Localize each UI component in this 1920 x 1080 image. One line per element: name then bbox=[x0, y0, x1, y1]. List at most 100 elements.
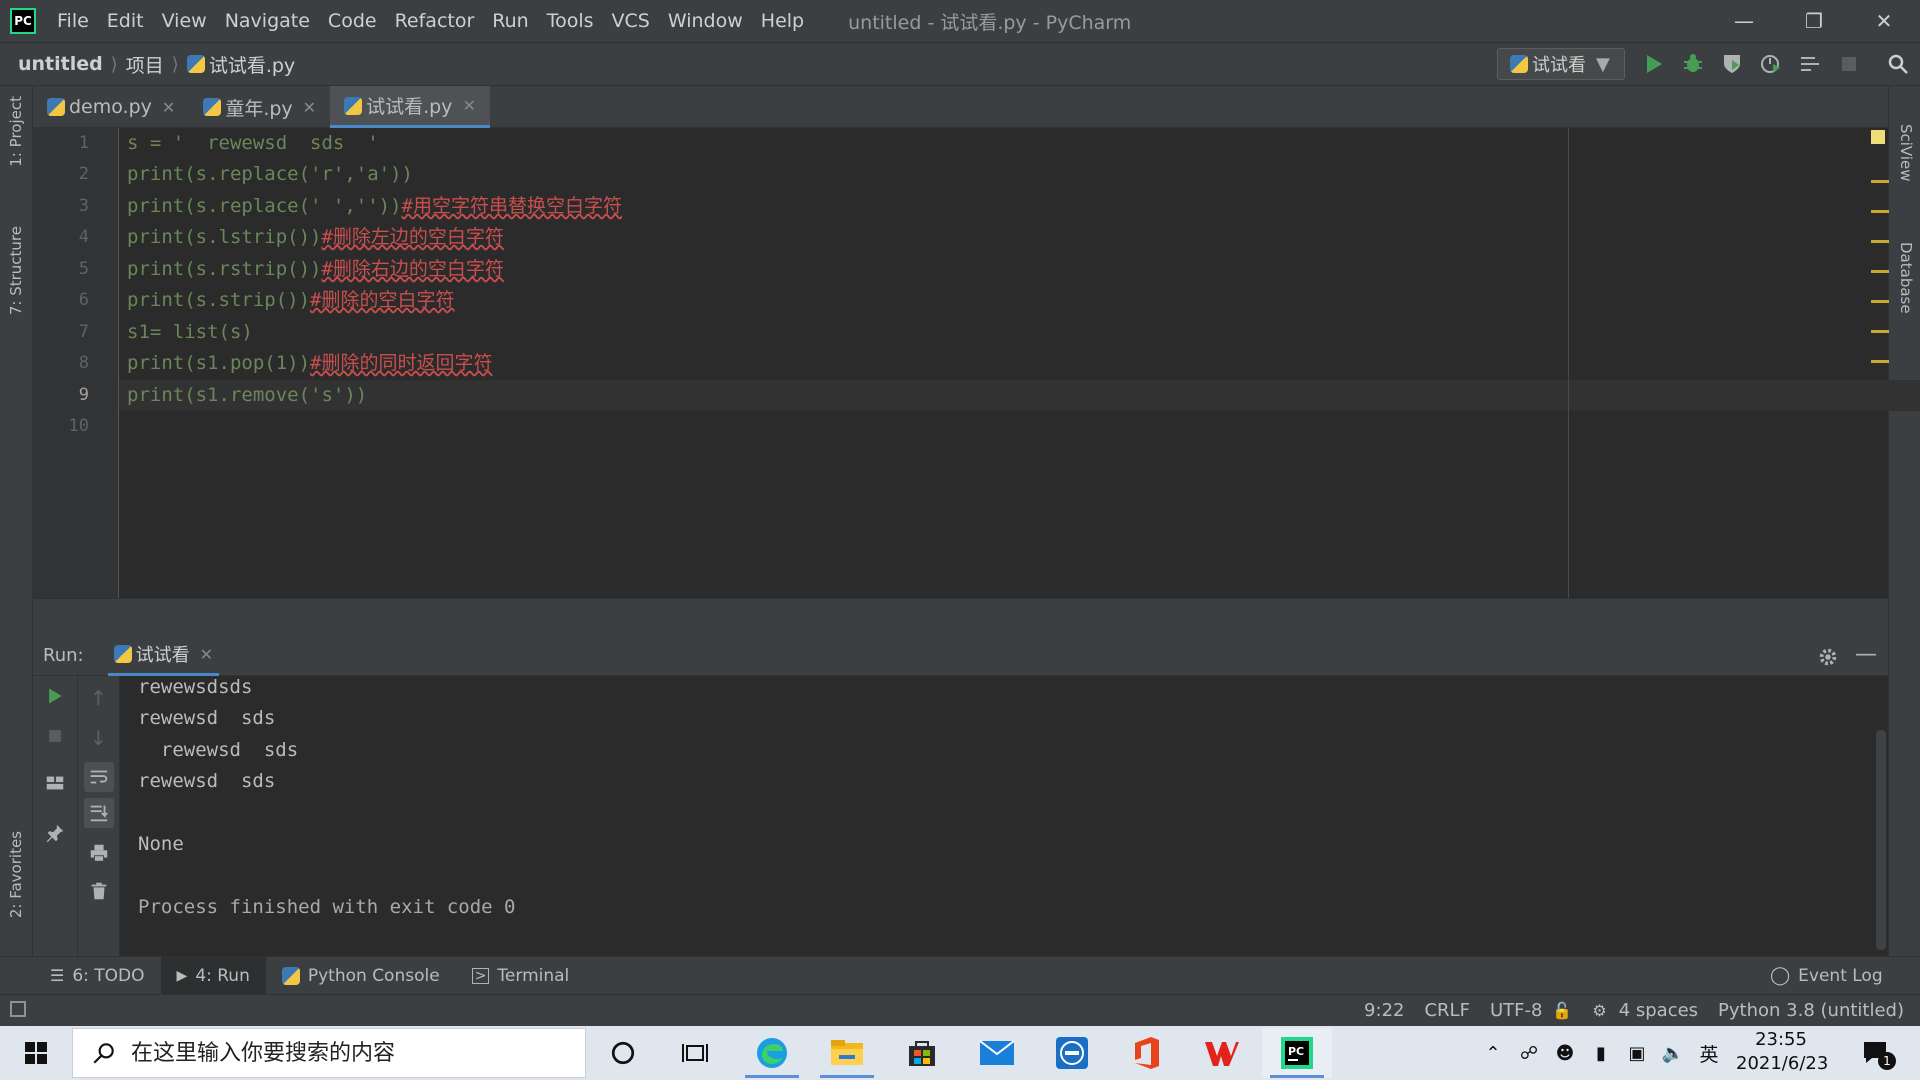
restore-button[interactable]: ❐ bbox=[1790, 6, 1838, 36]
database-tool-button[interactable]: Database bbox=[1897, 242, 1915, 314]
notification-center-button[interactable]: 1 bbox=[1856, 1036, 1896, 1070]
run-console-output[interactable]: rewewsdsds rewewsd sds rewewsd sds rewew… bbox=[120, 676, 1888, 956]
run-tab[interactable]: 试试看 ✕ bbox=[107, 636, 219, 676]
tab-demo[interactable]: demo.py ✕ bbox=[33, 86, 189, 128]
task-view-button[interactable] bbox=[660, 1028, 730, 1078]
close-icon[interactable]: ✕ bbox=[462, 96, 475, 115]
taskbar-clock[interactable]: 23:55 2021/6/23 bbox=[1736, 1028, 1828, 1076]
warning-marker[interactable] bbox=[1871, 270, 1889, 273]
warning-marker[interactable] bbox=[1871, 330, 1889, 333]
menu-code[interactable]: Code bbox=[319, 10, 386, 32]
ime-indicator[interactable]: 英 bbox=[1696, 1040, 1722, 1066]
menu-navigate[interactable]: Navigate bbox=[216, 10, 319, 32]
arrow-up-icon[interactable]: ↑ bbox=[90, 686, 107, 710]
volume-icon[interactable]: 🔈 bbox=[1660, 1040, 1686, 1066]
menu-view[interactable]: View bbox=[153, 10, 216, 32]
menu-tools[interactable]: Tools bbox=[538, 10, 603, 32]
taskbar-app-mail[interactable] bbox=[962, 1028, 1032, 1078]
windows-logo-icon bbox=[25, 1042, 47, 1064]
stop-icon[interactable] bbox=[1837, 52, 1861, 76]
toggle-tool-windows-icon[interactable] bbox=[10, 1001, 26, 1017]
trash-icon[interactable] bbox=[88, 880, 110, 902]
tab-label: demo.py bbox=[69, 96, 152, 118]
breadcrumb-folder[interactable]: 项目 bbox=[126, 51, 164, 78]
cortana-button[interactable] bbox=[588, 1028, 658, 1078]
security-tray-icon[interactable]: ☍ bbox=[1516, 1040, 1542, 1066]
qq-tray-icon[interactable]: ☻ bbox=[1552, 1040, 1578, 1066]
close-icon[interactable]: ✕ bbox=[162, 98, 175, 117]
favorites-tool-button[interactable]: 2: Favorites bbox=[7, 831, 25, 918]
rerun-icon[interactable] bbox=[45, 686, 65, 706]
code-editor[interactable]: 1 2 3 4 5 6 7 8 9 10 s = ' rewewsd sds '… bbox=[33, 128, 1920, 598]
concurrency-icon[interactable] bbox=[1798, 52, 1822, 76]
tab-tongnian[interactable]: 童年.py ✕ bbox=[189, 86, 330, 128]
warning-marker[interactable] bbox=[1871, 210, 1889, 213]
stop-icon[interactable] bbox=[45, 726, 65, 746]
caret-position[interactable]: 9:22 bbox=[1364, 1000, 1404, 1021]
close-icon[interactable]: ✕ bbox=[303, 98, 316, 117]
project-tool-button[interactable]: 1: Project bbox=[7, 96, 25, 167]
run-configuration-select[interactable]: 试试看 ▼ bbox=[1497, 48, 1625, 80]
warning-marker[interactable] bbox=[1871, 360, 1889, 363]
coverage-icon[interactable] bbox=[1720, 52, 1744, 76]
python-interpreter[interactable]: Python 3.8 (untitled) bbox=[1718, 1000, 1904, 1021]
taskbar-app-wps[interactable] bbox=[1187, 1028, 1257, 1078]
sciview-tool-button[interactable]: SciView bbox=[1897, 124, 1915, 182]
taskbar-app-edge[interactable] bbox=[737, 1028, 807, 1078]
profile-icon[interactable] bbox=[1759, 52, 1783, 76]
taskbar-app-pycharm[interactable]: PC bbox=[1262, 1028, 1332, 1078]
soft-wrap-icon[interactable] bbox=[84, 762, 114, 792]
show-hidden-icons-icon[interactable]: ⌃ bbox=[1480, 1040, 1506, 1066]
console-scrollbar[interactable] bbox=[1876, 730, 1886, 950]
menu-window[interactable]: Window bbox=[659, 10, 752, 32]
taskbar-app-explorer[interactable] bbox=[812, 1028, 882, 1078]
indent-setting[interactable]: 4 spaces bbox=[1619, 1000, 1698, 1021]
network-icon[interactable]: ▣ bbox=[1624, 1040, 1650, 1066]
scroll-to-end-icon[interactable] bbox=[84, 798, 114, 828]
menu-file[interactable]: File bbox=[48, 10, 98, 32]
windows-start-button[interactable] bbox=[0, 1026, 72, 1080]
python-console-tool-button[interactable]: Python Console bbox=[266, 957, 456, 995]
battery-icon[interactable]: ▮ bbox=[1588, 1040, 1614, 1066]
line-separator[interactable]: CRLF bbox=[1424, 1000, 1469, 1021]
arrow-down-icon[interactable]: ↓ bbox=[90, 726, 107, 750]
taskbar-app-office[interactable] bbox=[1112, 1028, 1182, 1078]
search-icon[interactable] bbox=[1886, 52, 1910, 76]
close-button[interactable]: ✕ bbox=[1860, 6, 1908, 36]
inspector-icon[interactable]: ⚙ bbox=[1592, 1001, 1606, 1020]
warning-marker[interactable] bbox=[1871, 240, 1889, 243]
editor-scrollbar[interactable] bbox=[1875, 128, 1889, 598]
terminal-tool-button[interactable]: > Terminal bbox=[456, 957, 586, 995]
file-encoding[interactable]: UTF-8 bbox=[1490, 1000, 1542, 1021]
todo-tool-button[interactable]: ☰ 6: TODO bbox=[34, 957, 161, 995]
gear-icon[interactable] bbox=[1817, 646, 1839, 668]
event-log-tool-button[interactable]: ◯ Event Log bbox=[1754, 957, 1899, 995]
structure-tool-button[interactable]: 7: Structure bbox=[7, 226, 25, 315]
hide-panel-icon[interactable]: — bbox=[1855, 642, 1877, 667]
tab-shishikan[interactable]: 试试看.py ✕ bbox=[330, 86, 490, 128]
editor-split-divider[interactable] bbox=[33, 598, 1888, 636]
close-icon[interactable]: ✕ bbox=[200, 645, 213, 664]
taskbar-app-dell[interactable] bbox=[1037, 1028, 1107, 1078]
inspection-status-icon[interactable] bbox=[1871, 130, 1885, 144]
print-icon[interactable] bbox=[88, 842, 110, 864]
minimize-button[interactable]: — bbox=[1720, 6, 1768, 36]
menu-edit[interactable]: Edit bbox=[98, 10, 153, 32]
layout-icon[interactable] bbox=[44, 772, 66, 794]
debug-icon[interactable] bbox=[1681, 52, 1705, 76]
taskbar-search-box[interactable] bbox=[72, 1028, 586, 1078]
warning-marker[interactable] bbox=[1871, 300, 1889, 303]
run-icon[interactable] bbox=[1642, 52, 1666, 76]
breadcrumb-file[interactable]: 试试看.py bbox=[209, 51, 295, 78]
taskbar-app-store[interactable] bbox=[887, 1028, 957, 1078]
menu-vcs[interactable]: VCS bbox=[603, 10, 659, 32]
lock-icon[interactable]: 🔓 bbox=[1552, 1001, 1572, 1020]
pin-icon[interactable] bbox=[44, 822, 66, 844]
menu-help[interactable]: Help bbox=[752, 10, 813, 32]
menu-run[interactable]: Run bbox=[483, 10, 537, 32]
breadcrumb-project[interactable]: untitled bbox=[18, 53, 103, 75]
warning-marker[interactable] bbox=[1871, 180, 1889, 183]
menu-refactor[interactable]: Refactor bbox=[386, 10, 484, 32]
run-tool-button[interactable]: ▶ 4: Run bbox=[160, 956, 266, 995]
taskbar-search-input[interactable] bbox=[129, 1039, 553, 1067]
